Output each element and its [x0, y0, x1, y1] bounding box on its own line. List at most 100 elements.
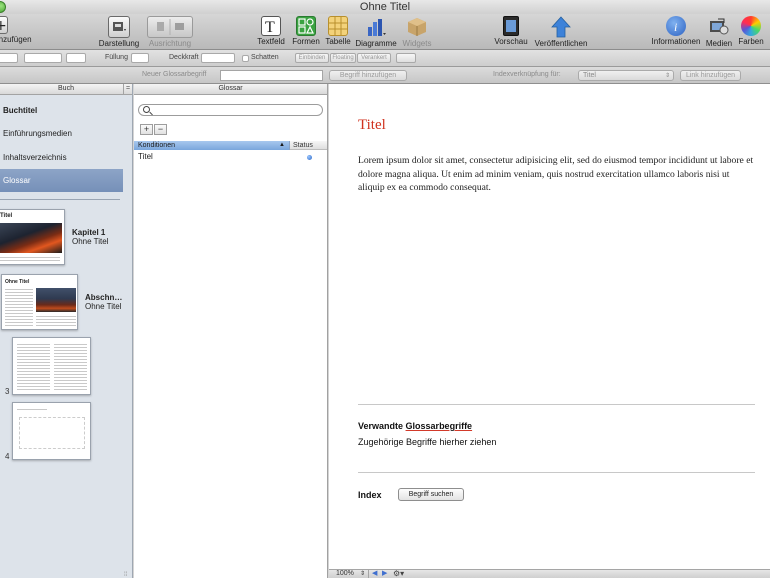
svg-text:i: i [674, 20, 677, 34]
search-term-button[interactable]: Begriff suchen [398, 488, 464, 501]
table-button[interactable]: Tabelle [324, 14, 352, 46]
book-sidebar: Buch = Buchtitel Einführungsmedien Inhal… [0, 84, 133, 578]
section-thumb-title: Ohne Titel [5, 279, 30, 285]
section-subtitle: Ohne Titel [85, 302, 122, 311]
page-4-thumbnail[interactable] [12, 402, 91, 460]
page-body-text[interactable]: Lorem ipsum dolor sit amet, consectetur … [358, 154, 758, 195]
sidebar-header-label: Buch [58, 85, 74, 92]
page-4-diagram [19, 417, 85, 449]
charts-icon [365, 16, 387, 38]
page-title[interactable]: Titel [358, 117, 386, 134]
zoom-window-button[interactable] [0, 1, 6, 13]
status-bar: 100% ⇕ ◀ ▶ ⚙▾ [329, 569, 770, 578]
publish-button[interactable]: Veröffentlichen [534, 14, 588, 48]
zoom-value: 100% [336, 570, 354, 577]
arrange-button[interactable]: Ausrichtung [146, 14, 194, 48]
add-page-button[interactable]: + hinzufügen [0, 14, 32, 44]
index-term-select[interactable]: Titel ⇕ [578, 70, 674, 81]
glossary-header: Glossar [134, 84, 327, 95]
sidebar-item-intro-media[interactable]: Einführungsmedien [0, 122, 123, 145]
add-term-plus-button[interactable]: + [140, 124, 153, 135]
volcano-image [0, 223, 62, 253]
status-dot-icon [307, 155, 312, 160]
glossary-search-input[interactable] [138, 104, 323, 116]
fill-label: Füllung [105, 54, 128, 61]
column-header-conditions-label: Konditionen [138, 142, 175, 149]
split-view-icon[interactable]: = [123, 84, 132, 94]
glossary-table-header: Konditionen ▲ Status [134, 141, 327, 150]
textbox-icon: T [261, 16, 281, 36]
chapter-1-subtitle: Ohne Titel [72, 237, 109, 246]
widgets-label: Widgets [402, 39, 432, 48]
column-header-conditions[interactable]: Konditionen ▲ [134, 141, 290, 150]
fill-color-well[interactable] [131, 53, 149, 63]
table-row[interactable]: Titel [134, 152, 327, 162]
select-arrows-icon: ⇕ [664, 73, 670, 79]
new-term-input[interactable] [220, 70, 323, 81]
chapter-1-thumb-title: Titel [0, 213, 13, 219]
media-label: Medien [705, 39, 733, 48]
gear-icon[interactable]: ⚙▾ [393, 570, 404, 578]
index-link-label: Indexverknüpfung für: [493, 71, 561, 78]
section-thumbnail[interactable]: Ohne Titel [1, 274, 78, 330]
window-title: Ohne Titel [359, 1, 411, 13]
preview-button[interactable]: Vorschau [494, 14, 528, 46]
textbox-button[interactable]: T Textfeld [255, 14, 287, 46]
line-width-field[interactable] [66, 53, 86, 63]
charts-label: Diagramme [355, 39, 397, 48]
search-icon [143, 106, 150, 113]
sidebar-item-toc[interactable]: Inhaltsverzeichnis [0, 146, 123, 169]
glossary-page-canvas[interactable]: Titel Lorem ipsum dolor sit amet, consec… [329, 84, 770, 569]
line-style-select[interactable] [24, 53, 62, 63]
opacity-label: Deckkraft [169, 54, 199, 61]
opacity-field[interactable] [201, 53, 235, 63]
style-select[interactable] [0, 53, 18, 63]
widgets-icon [406, 16, 428, 38]
glossary-panel: Glossar + − Konditionen ▲ Status Titel [134, 84, 328, 578]
section-text-lines [5, 288, 33, 326]
anchored-button[interactable]: Verankert [357, 53, 391, 63]
remove-term-minus-button[interactable]: − [154, 124, 167, 135]
sidebar-header: Buch = [0, 84, 132, 95]
floating-button[interactable]: Floating [330, 53, 356, 63]
add-page-icon: + [0, 16, 8, 34]
view-button[interactable]: Darstellung [98, 14, 140, 48]
info-icon: i [666, 16, 686, 36]
sidebar-resize-handle[interactable]: ⁞⁞ [124, 572, 127, 578]
media-button[interactable]: Medien [705, 14, 733, 48]
glossary-bar: Neuer Glossarbegriff Begriff hinzufügen … [0, 67, 770, 84]
page-4-header-lines [17, 408, 47, 412]
chapter-1-thumbnail[interactable]: Titel [0, 209, 65, 265]
colors-button[interactable]: Farben [737, 14, 765, 46]
previous-page-icon[interactable]: ◀ [372, 570, 377, 578]
next-page-icon[interactable]: ▶ [382, 570, 387, 578]
index-heading: Index [358, 490, 382, 500]
wrap-select[interactable] [396, 53, 416, 63]
preview-icon [503, 16, 519, 36]
page-4-number: 4 [5, 452, 10, 461]
inline-button[interactable]: Einbinden [295, 53, 329, 63]
shapes-button[interactable]: Formen [290, 14, 322, 46]
inspector-button[interactable]: i Informationen [650, 14, 702, 46]
related-terms-drop-hint[interactable]: Zugehörige Begriffe hierher ziehen [358, 437, 496, 447]
index-divider [358, 472, 755, 473]
table-label: Tabelle [325, 37, 351, 46]
section-caption-lines [36, 315, 76, 326]
page-3-thumbnail[interactable] [12, 337, 91, 395]
table-icon [328, 16, 348, 36]
widgets-button[interactable]: Widgets [400, 14, 434, 48]
add-term-button[interactable]: Begriff hinzufügen [329, 70, 407, 81]
add-link-button[interactable]: Link hinzufügen [680, 70, 741, 81]
sidebar-item-book-title[interactable]: Buchtitel [0, 99, 123, 122]
zoom-arrows-icon: ⇕ [359, 571, 365, 577]
related-terms-prefix: Verwandte [358, 421, 404, 431]
main-toolbar: + hinzufügen Darstellung Ausrichtung T T… [0, 14, 770, 50]
textbox-label: Textfeld [257, 37, 285, 46]
page-3-right-text [54, 343, 87, 391]
column-header-status[interactable]: Status [290, 141, 327, 150]
page-3-number: 3 [5, 387, 10, 396]
zoom-select[interactable]: 100% ⇕ [331, 570, 369, 578]
sidebar-item-glossary[interactable]: Glossar [0, 169, 123, 192]
shadow-checkbox[interactable] [242, 55, 249, 62]
charts-button[interactable]: Diagramme [354, 14, 398, 48]
